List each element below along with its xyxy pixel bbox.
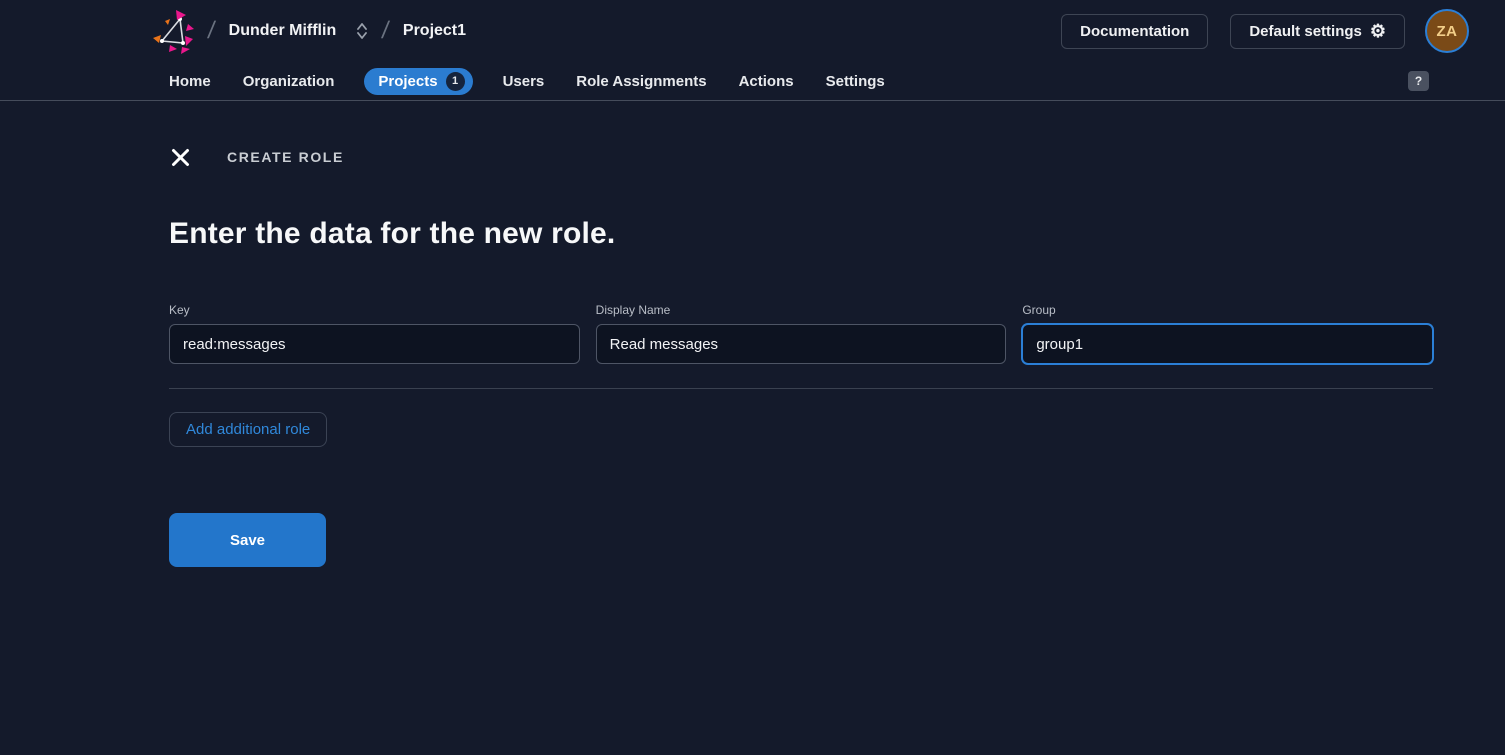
- key-input[interactable]: [169, 324, 580, 364]
- chevron-updown-icon: [356, 23, 368, 39]
- user-avatar[interactable]: ZA: [1425, 9, 1469, 53]
- tab-role-assignments[interactable]: Role Assignments: [574, 69, 708, 94]
- save-button[interactable]: Save: [169, 513, 326, 567]
- create-role-panel: CREATE ROLE Enter the data for the new r…: [0, 146, 1505, 567]
- default-settings-button-label: Default settings: [1249, 23, 1362, 40]
- group-field-label: Group: [1022, 303, 1433, 317]
- close-icon: [171, 148, 190, 167]
- panel-header: CREATE ROLE: [169, 146, 1433, 168]
- default-settings-button[interactable]: Default settings ⚙: [1230, 14, 1405, 49]
- breadcrumb-project-label[interactable]: Project1: [403, 22, 466, 40]
- close-button[interactable]: [169, 146, 191, 168]
- panel-title: CREATE ROLE: [227, 149, 344, 165]
- help-button[interactable]: ?: [1408, 71, 1429, 91]
- logo-icon: [152, 8, 196, 54]
- avatar-initials: ZA: [1437, 23, 1458, 40]
- display-name-field-group: Display Name: [596, 303, 1007, 364]
- display-name-field-label: Display Name: [596, 303, 1007, 317]
- breadcrumb-separator: /: [380, 17, 391, 45]
- documentation-button-label: Documentation: [1080, 23, 1189, 40]
- tab-actions[interactable]: Actions: [737, 69, 796, 94]
- display-name-input[interactable]: [596, 324, 1007, 364]
- tab-settings[interactable]: Settings: [824, 69, 887, 94]
- tab-projects-label: Projects: [378, 73, 437, 90]
- add-additional-role-button[interactable]: Add additional role: [169, 412, 327, 447]
- app-header: / Dunder Mifflin / Project1 Documentatio…: [0, 0, 1505, 62]
- group-input[interactable]: [1022, 324, 1433, 364]
- group-field-group: Group: [1022, 303, 1433, 364]
- key-field-label: Key: [169, 303, 580, 317]
- tab-projects[interactable]: Projects 1: [364, 68, 472, 95]
- breadcrumb-separator: /: [206, 17, 217, 45]
- page-heading: Enter the data for the new role.: [169, 217, 1433, 251]
- tab-home[interactable]: Home: [167, 69, 213, 94]
- tab-organization[interactable]: Organization: [241, 69, 337, 94]
- section-divider: [169, 388, 1433, 389]
- tab-users[interactable]: Users: [501, 69, 547, 94]
- main-nav: Home Organization Projects 1 Users Role …: [0, 62, 1505, 101]
- role-fields-row: Key Display Name Group: [169, 303, 1433, 364]
- breadcrumb-org-label: Dunder Mifflin: [229, 22, 337, 40]
- app-logo[interactable]: [152, 7, 196, 55]
- gear-icon: ⚙: [1370, 22, 1386, 40]
- documentation-button[interactable]: Documentation: [1061, 14, 1208, 49]
- breadcrumb-org-selector[interactable]: Dunder Mifflin: [229, 22, 369, 40]
- tab-projects-badge: 1: [446, 72, 465, 91]
- key-field-group: Key: [169, 303, 580, 364]
